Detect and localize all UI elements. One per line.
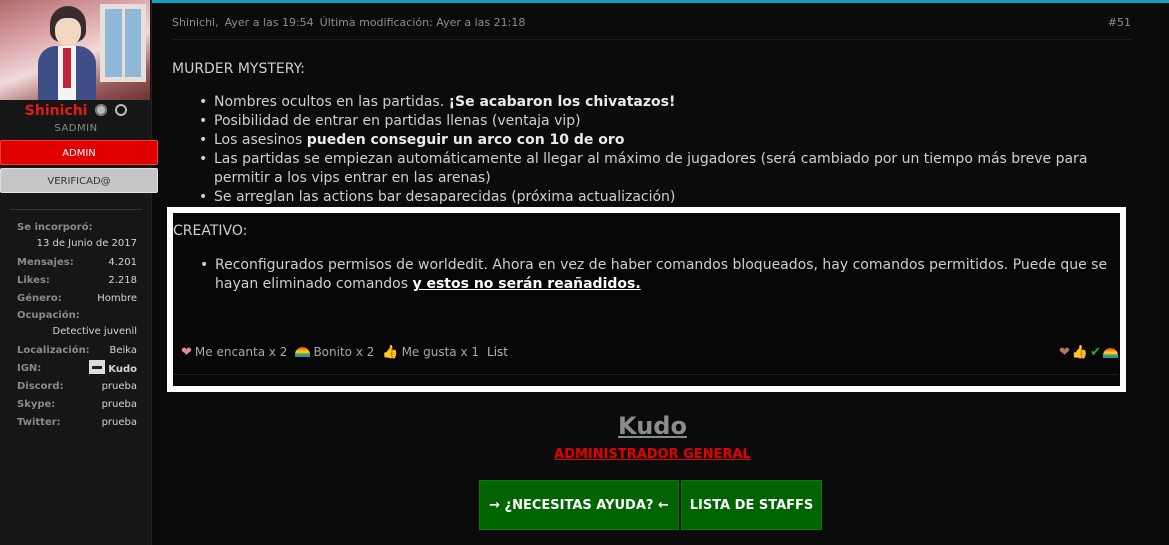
username-row: Shinichi <box>0 103 152 119</box>
help-button[interactable]: → ¿NECESITAS AYUDA? ← <box>479 480 679 530</box>
stat-label: Ocupación: <box>17 310 80 321</box>
meta-divider <box>172 39 1132 40</box>
stat-value: Kudo <box>89 360 137 378</box>
stat-value[interactable]: 4.201 <box>108 254 137 272</box>
signature: Kudo ADMINISTRADOR GENERAL <box>160 410 1145 464</box>
player-head-icon <box>89 360 106 374</box>
reaction-love-label: Me encanta x 2 <box>194 345 288 359</box>
ign-name: Kudo <box>108 364 137 375</box>
user-stats: Se incorporó: 13 de Junio de 2017 Mensaj… <box>17 220 137 432</box>
stat-occupation: Ocupación: Detective juvenil <box>17 308 137 340</box>
list-item-text: Las partidas se empiezan automáticamente… <box>214 151 1088 186</box>
thumbs-up-icon[interactable]: 👍 <box>1072 345 1088 360</box>
reactions-bar: ❤ Me encanta x 2 Bonito x 2 👍 Me gusta x 1… <box>181 345 508 359</box>
gear-icon <box>95 104 108 116</box>
stat-ign: IGN: Kudo <box>17 360 137 378</box>
sidebar-divider <box>10 209 142 210</box>
creativo-section: CREATIVO: Reconfigurados permisos de wor… <box>173 222 1118 294</box>
stat-label: Twitter: <box>17 417 61 428</box>
reaction-like[interactable]: 👍 Me gusta x 1 <box>382 345 479 359</box>
stat-likes: Likes: 2.218 <box>17 272 137 290</box>
reaction-like-label: Me gusta x 1 <box>401 345 480 359</box>
list-item: Reconfigurados permisos de worldedit. Ah… <box>200 256 1118 294</box>
list-item-bold: pueden conseguir un arco con 10 de oro <box>306 132 625 148</box>
reaction-picker: ❤ 👍 ✔ <box>1059 345 1118 360</box>
reaction-pretty[interactable]: Bonito x 2 <box>295 345 374 359</box>
stat-label: Skype: <box>17 399 56 410</box>
check-icon[interactable]: ✔ <box>1090 345 1101 360</box>
staff-list-button[interactable]: LISTA DE STAFFS <box>681 480 822 530</box>
post-modified: Última modificación: Ayer a las 21:18 <box>319 16 526 29</box>
stat-value: 2.218 <box>108 275 137 286</box>
post-time[interactable]: Ayer a las 19:54 <box>225 16 314 29</box>
section-title-creativo: CREATIVO: <box>173 223 248 239</box>
stat-gender: Género: Hombre <box>17 290 137 308</box>
list-item: Nombres ocultos en las partidas. ¡Se aca… <box>199 93 1132 112</box>
rainbow-icon <box>295 347 311 357</box>
username-link[interactable]: Shinichi <box>25 103 88 119</box>
post-meta: Shinichi, Ayer a las 19:54 Última modifica… <box>172 16 531 29</box>
stat-label: Se incorporó: <box>17 222 93 233</box>
post-author-link[interactable]: Shinichi, <box>172 16 219 29</box>
stat-joined: Se incorporó: 13 de Junio de 2017 <box>17 220 137 252</box>
post-number-link[interactable]: #51 <box>1108 16 1131 29</box>
stat-label: Mensajes: <box>17 257 74 268</box>
reactions-list-link[interactable]: List <box>487 345 508 359</box>
list-item-text: Los asesinos <box>214 132 307 148</box>
box-bottom-divider <box>173 374 1118 375</box>
stat-label: Likes: <box>17 275 50 286</box>
stat-label: Discord: <box>17 381 64 392</box>
thumbs-up-icon: 👍 <box>382 344 399 360</box>
list-item-text: Se arreglan las actions bar desaparecida… <box>214 189 676 205</box>
stat-value: prueba <box>101 417 137 428</box>
stat-skype: Skype: prueba <box>17 396 137 414</box>
stat-messages: Mensajes: 4.201 <box>17 254 137 272</box>
signature-role[interactable]: ADMINISTRADOR GENERAL <box>160 446 1145 464</box>
stat-discord: Discord: prueba <box>17 378 137 396</box>
list-item-bold: ¡Se acabaron los chivatazos! <box>448 94 676 110</box>
reaction-love[interactable]: ❤ Me encanta x 2 <box>181 345 287 359</box>
stat-label: Género: <box>17 293 62 304</box>
rainbow-icon[interactable] <box>1103 347 1118 358</box>
murder-list: Nombres ocultos en las partidas. ¡Se aca… <box>172 93 1132 207</box>
verified-banner: VERIFICAD@ <box>0 168 158 193</box>
emphasis-link[interactable]: y estos no serán reañadidos. <box>412 276 640 292</box>
list-item-text: Nombres ocultos en las partidas. <box>214 94 449 110</box>
list-item: Las partidas se empiezan automáticamente… <box>199 150 1132 188</box>
list-item: Se arreglan las actions bar desaparecida… <box>199 188 1132 207</box>
avatar-face-decoration <box>55 18 81 46</box>
list-item: Posibilidad de entrar en partidas llenas… <box>199 112 1132 131</box>
stat-value: prueba <box>101 399 137 410</box>
stat-value: Hombre <box>97 293 137 304</box>
heart-icon: ❤ <box>181 344 192 360</box>
user-sidebar: Shinichi SADMIN ADMIN VERIFICAD@ Se inco… <box>0 0 158 545</box>
signature-name[interactable]: Kudo <box>160 410 1145 442</box>
post-content: MURDER MYSTERY: Nombres ocultos en las p… <box>172 60 1132 207</box>
stat-value[interactable]: Beika <box>109 342 137 360</box>
stat-label: IGN: <box>17 363 42 374</box>
avatar-tie-decoration <box>63 48 71 88</box>
stat-value: 13 de Junio de 2017 <box>36 238 137 249</box>
broken-heart-icon[interactable]: ❤ <box>1059 345 1070 360</box>
stat-twitter: Twitter: prueba <box>17 414 137 432</box>
list-item-text: Posibilidad de entrar en partidas llenas… <box>214 113 581 129</box>
admin-banner: ADMIN <box>0 140 158 165</box>
stat-location: Localización: Beika <box>17 342 137 360</box>
avatar-window-decoration <box>100 4 146 82</box>
stat-value: Detective juvenil <box>52 326 137 337</box>
stat-label: Localización: <box>17 345 90 356</box>
list-item-text: Reconfigurados permisos de worldedit. Ah… <box>215 257 1108 292</box>
avatar[interactable] <box>0 0 150 100</box>
verified-check-icon <box>115 104 128 116</box>
reaction-pretty-label: Bonito x 2 <box>313 345 375 359</box>
creativo-list: Reconfigurados permisos de worldedit. Ah… <box>173 256 1118 294</box>
section-title-murder: MURDER MYSTERY: <box>172 61 306 77</box>
stat-value: prueba <box>101 381 137 392</box>
user-rank-title: SADMIN <box>54 123 98 134</box>
list-item: Los asesinos pueden conseguir un arco co… <box>199 131 1132 150</box>
